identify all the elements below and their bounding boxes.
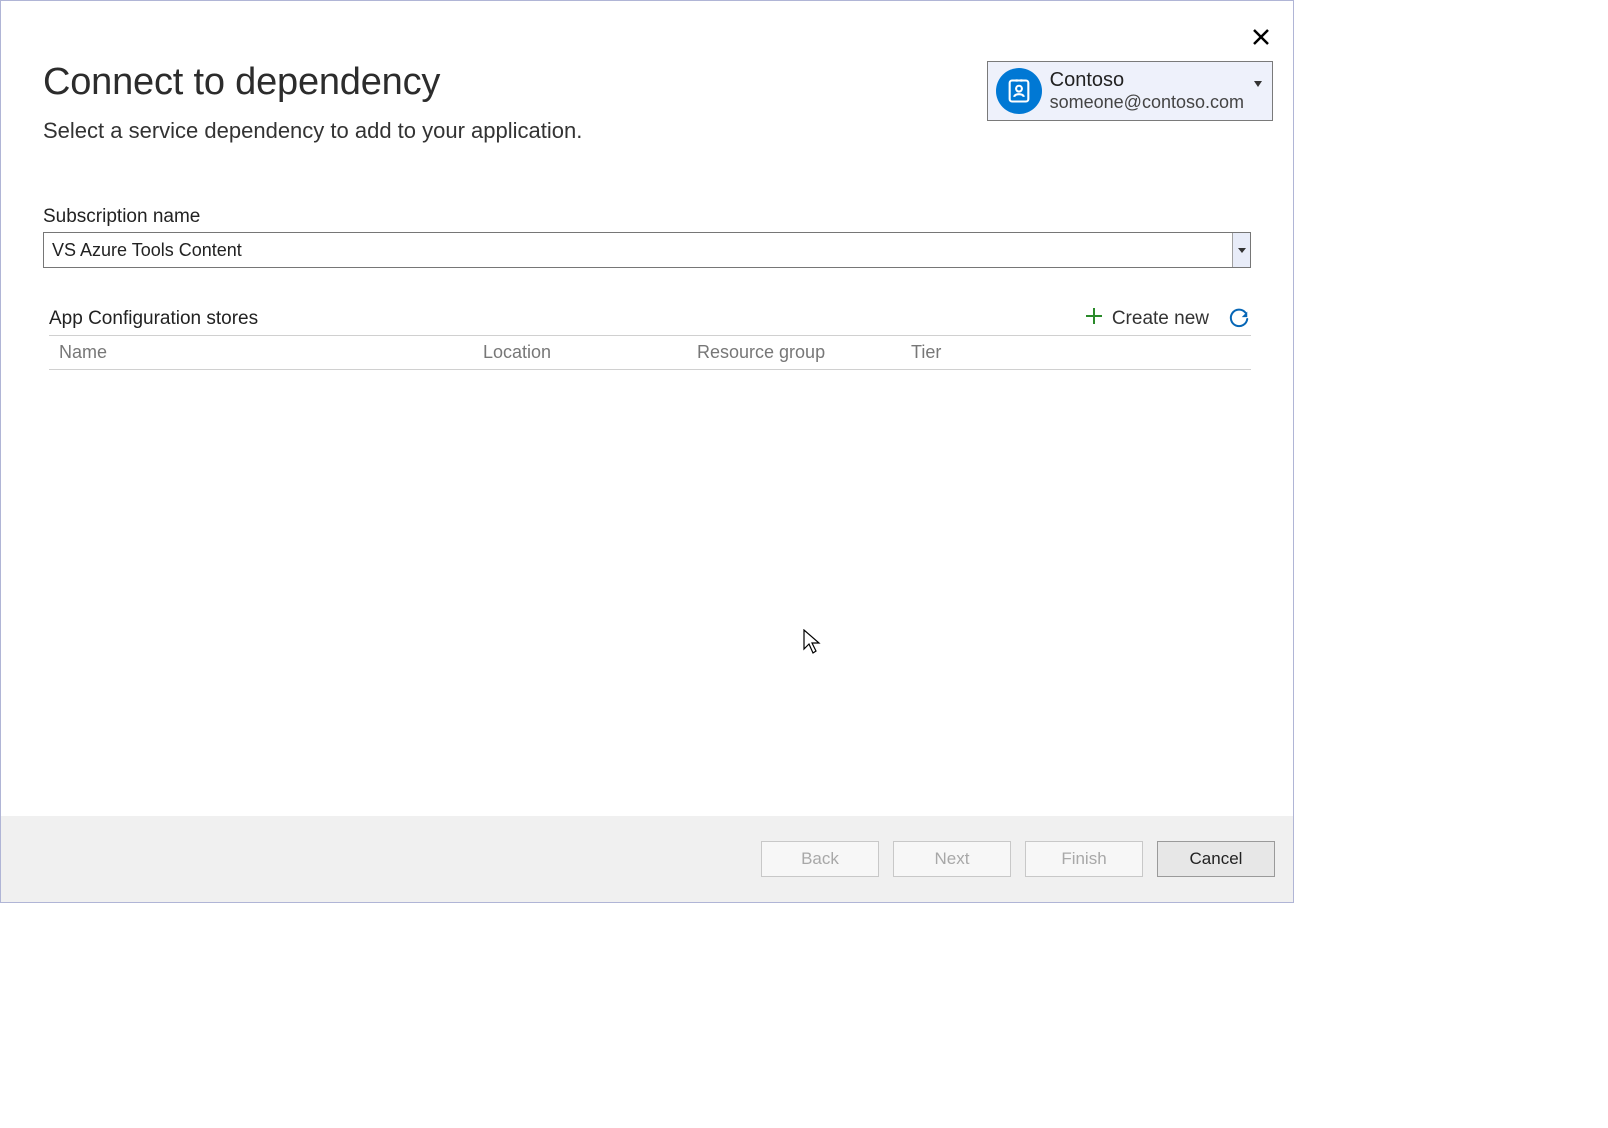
page-subtitle: Select a service dependency to add to yo… (43, 118, 1251, 144)
create-new-label: Create new (1112, 308, 1209, 330)
table-header-row: Name Location Resource group Tier (49, 336, 1251, 369)
account-picker[interactable]: Contoso someone@contoso.com (987, 61, 1273, 121)
account-text: Contoso someone@contoso.com (1050, 68, 1244, 114)
column-header-resource-group[interactable]: Resource group (697, 342, 911, 363)
subscription-dropdown-button[interactable] (1232, 233, 1250, 267)
dialog-content: Connect to dependency Select a service d… (1, 1, 1293, 816)
stores-section-title: App Configuration stores (49, 308, 258, 330)
stores-section-actions: Create new (1084, 306, 1251, 331)
back-button: Back (761, 841, 879, 877)
column-header-name[interactable]: Name (59, 342, 483, 363)
cursor-icon (803, 629, 823, 660)
refresh-icon (1228, 308, 1250, 330)
cancel-button[interactable]: Cancel (1157, 841, 1275, 877)
wizard-footer: Back Next Finish Cancel (1, 816, 1293, 902)
create-new-button[interactable]: Create new (1084, 306, 1209, 331)
account-badge-icon (996, 68, 1042, 114)
chevron-down-icon (1254, 74, 1264, 92)
stores-table: Name Location Resource group Tier (49, 335, 1251, 370)
connect-dependency-dialog: Connect to dependency Select a service d… (0, 0, 1294, 903)
subscription-select[interactable]: VS Azure Tools Content (43, 232, 1251, 268)
next-button: Next (893, 841, 1011, 877)
refresh-button[interactable] (1227, 307, 1251, 331)
stores-section-header: App Configuration stores Create new (43, 306, 1251, 331)
column-header-tier[interactable]: Tier (911, 342, 1251, 363)
finish-button: Finish (1025, 841, 1143, 877)
subscription-value[interactable]: VS Azure Tools Content (44, 233, 1232, 267)
column-header-location[interactable]: Location (483, 342, 697, 363)
chevron-down-icon (1238, 248, 1246, 253)
account-email: someone@contoso.com (1050, 92, 1244, 114)
account-name: Contoso (1050, 68, 1244, 92)
subscription-label: Subscription name (43, 206, 1251, 228)
plus-icon (1084, 306, 1104, 331)
